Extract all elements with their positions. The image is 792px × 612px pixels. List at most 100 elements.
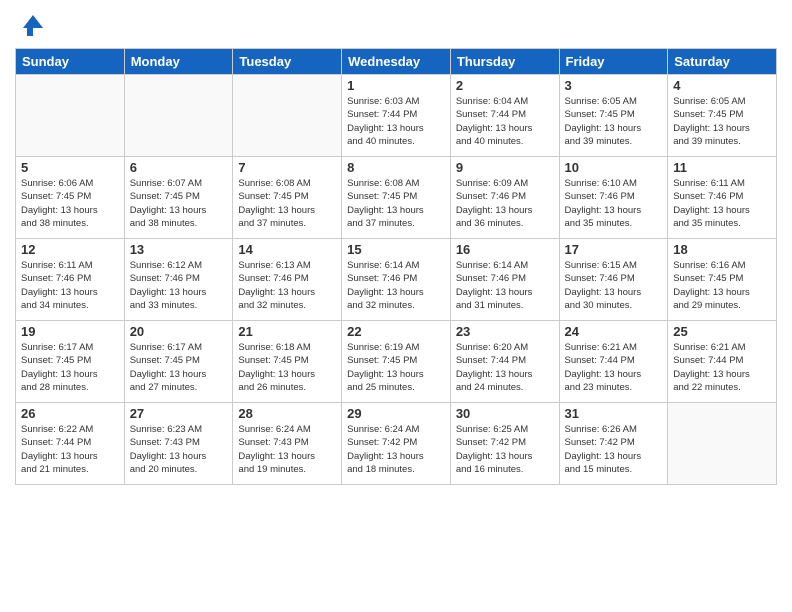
day-number: 13 [130,242,228,257]
day-number: 21 [238,324,336,339]
day-number: 9 [456,160,554,175]
calendar-week-4: 26Sunrise: 6:22 AM Sunset: 7:44 PM Dayli… [16,403,777,485]
calendar-cell: 2 Sunrise: 6:04 AM Sunset: 7:44 PM Daylig… [450,75,559,157]
calendar-cell: 7 Sunrise: 6:08 AM Sunset: 7:45 PM Daylig… [233,157,342,239]
day-number: 12 [21,242,119,257]
calendar-cell: 4 Sunrise: 6:05 AM Sunset: 7:45 PM Daylig… [668,75,777,157]
calendar-week-0: 1 Sunrise: 6:03 AM Sunset: 7:44 PM Daylig… [16,75,777,157]
calendar-cell: 26Sunrise: 6:22 AM Sunset: 7:44 PM Dayli… [16,403,125,485]
day-number: 1 [347,78,445,93]
calendar-header-saturday: Saturday [668,49,777,75]
day-number: 19 [21,324,119,339]
calendar-cell: 17 Sunrise: 6:15 AM Sunset: 7:46 PM Dayli… [559,239,668,321]
day-info: Sunrise: 6:17 AM Sunset: 7:45 PM Dayligh… [130,341,228,394]
calendar-cell: 11 Sunrise: 6:11 AM Sunset: 7:46 PM Dayli… [668,157,777,239]
day-info: Sunrise: 6:04 AM Sunset: 7:44 PM Dayligh… [456,95,554,148]
day-info: Sunrise: 6:08 AM Sunset: 7:45 PM Dayligh… [347,177,445,230]
day-info: Sunrise: 6:10 AM Sunset: 7:46 PM Dayligh… [565,177,663,230]
day-number: 17 [565,242,663,257]
day-info: Sunrise: 6:09 AM Sunset: 7:46 PM Dayligh… [456,177,554,230]
logo [15,10,49,40]
day-number: 2 [456,78,554,93]
day-info: Sunrise: 6:05 AM Sunset: 7:45 PM Dayligh… [673,95,771,148]
calendar-cell: 22Sunrise: 6:19 AM Sunset: 7:45 PM Dayli… [342,321,451,403]
day-info: Sunrise: 6:14 AM Sunset: 7:46 PM Dayligh… [456,259,554,312]
calendar-header-sunday: Sunday [16,49,125,75]
day-info: Sunrise: 6:11 AM Sunset: 7:46 PM Dayligh… [673,177,771,230]
day-number: 29 [347,406,445,421]
calendar-header-wednesday: Wednesday [342,49,451,75]
day-info: Sunrise: 6:14 AM Sunset: 7:46 PM Dayligh… [347,259,445,312]
day-info: Sunrise: 6:19 AM Sunset: 7:45 PM Dayligh… [347,341,445,394]
day-info: Sunrise: 6:16 AM Sunset: 7:45 PM Dayligh… [673,259,771,312]
calendar: SundayMondayTuesdayWednesdayThursdayFrid… [15,48,777,485]
day-info: Sunrise: 6:06 AM Sunset: 7:45 PM Dayligh… [21,177,119,230]
day-info: Sunrise: 6:20 AM Sunset: 7:44 PM Dayligh… [456,341,554,394]
calendar-cell [124,75,233,157]
day-info: Sunrise: 6:23 AM Sunset: 7:43 PM Dayligh… [130,423,228,476]
day-info: Sunrise: 6:22 AM Sunset: 7:44 PM Dayligh… [21,423,119,476]
calendar-cell: 31Sunrise: 6:26 AM Sunset: 7:42 PM Dayli… [559,403,668,485]
logo-icon [15,10,45,40]
calendar-week-3: 19 Sunrise: 6:17 AM Sunset: 7:45 PM Dayli… [16,321,777,403]
day-info: Sunrise: 6:12 AM Sunset: 7:46 PM Dayligh… [130,259,228,312]
calendar-cell: 5 Sunrise: 6:06 AM Sunset: 7:45 PM Daylig… [16,157,125,239]
calendar-cell: 3Sunrise: 6:05 AM Sunset: 7:45 PM Daylig… [559,75,668,157]
day-number: 6 [130,160,228,175]
calendar-cell: 21Sunrise: 6:18 AM Sunset: 7:45 PM Dayli… [233,321,342,403]
page: SundayMondayTuesdayWednesdayThursdayFrid… [0,0,792,612]
calendar-cell [668,403,777,485]
day-info: Sunrise: 6:08 AM Sunset: 7:45 PM Dayligh… [238,177,336,230]
day-info: Sunrise: 6:17 AM Sunset: 7:45 PM Dayligh… [21,341,119,394]
calendar-cell: 15 Sunrise: 6:14 AM Sunset: 7:46 PM Dayli… [342,239,451,321]
day-info: Sunrise: 6:13 AM Sunset: 7:46 PM Dayligh… [238,259,336,312]
day-number: 24 [565,324,663,339]
day-info: Sunrise: 6:21 AM Sunset: 7:44 PM Dayligh… [673,341,771,394]
calendar-cell: 6Sunrise: 6:07 AM Sunset: 7:45 PM Daylig… [124,157,233,239]
day-number: 8 [347,160,445,175]
calendar-cell: 24 Sunrise: 6:21 AM Sunset: 7:44 PM Dayli… [559,321,668,403]
day-number: 28 [238,406,336,421]
day-number: 27 [130,406,228,421]
calendar-cell: 13 Sunrise: 6:12 AM Sunset: 7:46 PM Dayli… [124,239,233,321]
day-number: 18 [673,242,771,257]
day-number: 11 [673,160,771,175]
day-number: 23 [456,324,554,339]
calendar-week-2: 12 Sunrise: 6:11 AM Sunset: 7:46 PM Dayli… [16,239,777,321]
day-info: Sunrise: 6:15 AM Sunset: 7:46 PM Dayligh… [565,259,663,312]
header [15,10,777,40]
calendar-cell: 20Sunrise: 6:17 AM Sunset: 7:45 PM Dayli… [124,321,233,403]
day-number: 16 [456,242,554,257]
calendar-header-tuesday: Tuesday [233,49,342,75]
day-info: Sunrise: 6:21 AM Sunset: 7:44 PM Dayligh… [565,341,663,394]
day-info: Sunrise: 6:24 AM Sunset: 7:43 PM Dayligh… [238,423,336,476]
day-number: 15 [347,242,445,257]
day-number: 25 [673,324,771,339]
day-info: Sunrise: 6:11 AM Sunset: 7:46 PM Dayligh… [21,259,119,312]
day-info: Sunrise: 6:03 AM Sunset: 7:44 PM Dayligh… [347,95,445,148]
day-number: 5 [21,160,119,175]
calendar-header-row: SundayMondayTuesdayWednesdayThursdayFrid… [16,49,777,75]
calendar-cell: 27 Sunrise: 6:23 AM Sunset: 7:43 PM Dayli… [124,403,233,485]
day-info: Sunrise: 6:26 AM Sunset: 7:42 PM Dayligh… [565,423,663,476]
calendar-cell: 16 Sunrise: 6:14 AM Sunset: 7:46 PM Dayli… [450,239,559,321]
calendar-cell: 29 Sunrise: 6:24 AM Sunset: 7:42 PM Dayli… [342,403,451,485]
calendar-cell: 8 Sunrise: 6:08 AM Sunset: 7:45 PM Daylig… [342,157,451,239]
calendar-cell: 28 Sunrise: 6:24 AM Sunset: 7:43 PM Dayli… [233,403,342,485]
day-info: Sunrise: 6:24 AM Sunset: 7:42 PM Dayligh… [347,423,445,476]
calendar-cell: 14 Sunrise: 6:13 AM Sunset: 7:46 PM Dayli… [233,239,342,321]
calendar-cell: 18 Sunrise: 6:16 AM Sunset: 7:45 PM Dayli… [668,239,777,321]
day-info: Sunrise: 6:05 AM Sunset: 7:45 PM Dayligh… [565,95,663,148]
calendar-header-monday: Monday [124,49,233,75]
day-number: 30 [456,406,554,421]
day-number: 4 [673,78,771,93]
calendar-week-1: 5 Sunrise: 6:06 AM Sunset: 7:45 PM Daylig… [16,157,777,239]
calendar-cell: 12 Sunrise: 6:11 AM Sunset: 7:46 PM Dayli… [16,239,125,321]
day-info: Sunrise: 6:25 AM Sunset: 7:42 PM Dayligh… [456,423,554,476]
calendar-cell: 30 Sunrise: 6:25 AM Sunset: 7:42 PM Dayli… [450,403,559,485]
calendar-header-friday: Friday [559,49,668,75]
day-number: 7 [238,160,336,175]
day-number: 14 [238,242,336,257]
calendar-cell [16,75,125,157]
calendar-cell: 1 Sunrise: 6:03 AM Sunset: 7:44 PM Daylig… [342,75,451,157]
